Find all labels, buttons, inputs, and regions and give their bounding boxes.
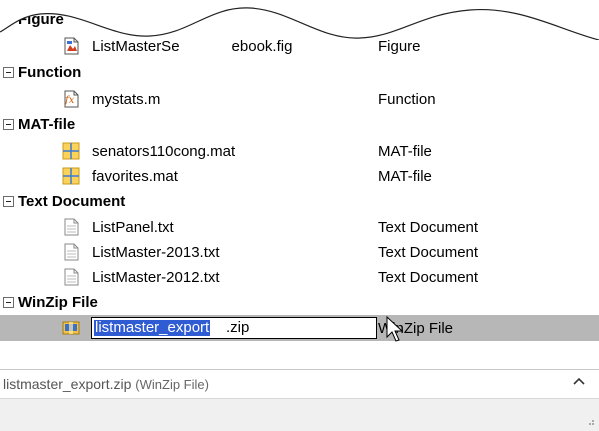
group-label: Function: [18, 64, 82, 81]
chevron-up-icon[interactable]: [573, 376, 585, 386]
file-name: ListMasterSe ebook.fig: [92, 38, 293, 55]
file-type: MAT-file: [378, 168, 432, 185]
collapse-toggle-icon[interactable]: [3, 119, 14, 130]
status-file-info: listmaster_export.zip (WinZip File): [3, 376, 209, 392]
file-name: ListMaster-2013.txt: [92, 244, 220, 261]
collapse-toggle-icon[interactable]: [3, 67, 14, 78]
file-row-selected[interactable]: listmaster_export .zip WinZip File: [0, 315, 599, 341]
file-type: Text Document: [378, 269, 479, 286]
file-row[interactable]: fx mystats.m Function: [0, 86, 599, 112]
mouse-pointer-icon: [386, 316, 404, 342]
file-type: Function: [378, 91, 436, 108]
torn-edge-decoration: [0, 0, 599, 40]
text-file-icon: [64, 243, 79, 261]
group-header-text-document[interactable]: Text Document: [0, 189, 599, 215]
resize-grip-icon[interactable]: [585, 416, 595, 426]
text-file-icon: [64, 218, 79, 236]
file-row[interactable]: senators110cong.mat MAT-file: [0, 138, 599, 164]
file-name: mystats.m: [92, 91, 161, 108]
group-label: Text Document: [18, 193, 126, 210]
file-type: MAT-file: [378, 143, 432, 160]
file-list: Figure ListMasterSe ebook.fig Figure Func…: [0, 0, 599, 352]
group-header-winzip-file[interactable]: WinZip File: [0, 290, 599, 316]
file-type: Text Document: [378, 219, 479, 236]
file-name: favorites.mat: [92, 168, 178, 185]
file-row[interactable]: favorites.mat MAT-file: [0, 163, 599, 189]
bottom-panel: [0, 398, 599, 431]
text-file-icon: [64, 268, 79, 286]
mat-file-icon: [62, 167, 80, 185]
function-file-icon: fx: [64, 90, 79, 108]
file-row[interactable]: ListMaster-2013.txt Text Document: [0, 239, 599, 265]
mat-file-icon: [62, 142, 80, 160]
file-type: Figure: [378, 38, 421, 55]
selected-name-text: listmaster_export: [94, 319, 211, 336]
details-status-bar: listmaster_export.zip (WinZip File): [0, 369, 599, 398]
group-header-function[interactable]: Function: [0, 60, 599, 86]
group-label: WinZip File: [18, 294, 98, 311]
collapse-toggle-icon[interactable]: [3, 196, 14, 207]
name-extension-text: .zip: [226, 319, 250, 336]
collapse-toggle-icon[interactable]: [3, 297, 14, 308]
file-row[interactable]: ListPanel.txt Text Document: [0, 214, 599, 240]
group-label: MAT-file: [18, 116, 76, 133]
group-header-mat-file[interactable]: MAT-file: [0, 112, 599, 138]
file-row[interactable]: ListMaster-2012.txt Text Document: [0, 264, 599, 290]
file-name: senators110cong.mat: [92, 143, 236, 160]
svg-text:fx: fx: [64, 95, 75, 106]
zip-file-icon: [62, 321, 80, 335]
rename-input[interactable]: listmaster_export .zip: [91, 317, 377, 339]
file-type: Text Document: [378, 244, 479, 261]
file-name: ListPanel.txt: [92, 219, 174, 236]
file-name: ListMaster-2012.txt: [92, 269, 220, 286]
